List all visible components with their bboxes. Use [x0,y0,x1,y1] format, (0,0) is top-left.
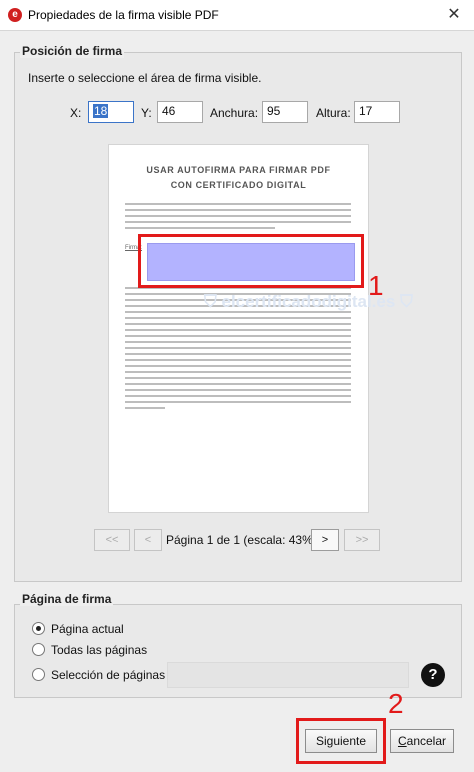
next-button[interactable]: Siguiente [305,729,377,753]
doc-text-line [125,383,351,385]
close-icon[interactable]: ✕ [444,5,464,25]
y-value: 46 [162,104,176,118]
height-input[interactable]: 17 [354,101,400,123]
prev-page-button[interactable]: < [134,529,162,551]
page-indicator: Página 1 de 1 (escala: 43%) [166,533,317,547]
page-selection-input[interactable] [167,662,409,688]
doc-text-line [125,407,165,409]
radio-current-page[interactable] [32,622,45,635]
doc-title-line1: USAR AUTOFIRMA PARA FIRMAR PDF [146,165,331,175]
next-page-button[interactable]: > [311,529,339,551]
doc-text-line [125,401,351,403]
doc-text-line [125,395,351,397]
doc-text-line [125,347,351,349]
cancel-mnemonic: C [397,734,407,748]
annotation-frame-1 [138,234,364,288]
doc-text-line [125,371,351,373]
y-input[interactable]: 46 [157,101,203,123]
document-preview[interactable]: USAR AUTOFIRMA PARA FIRMAR PDF CON CERTI… [108,144,369,513]
doc-text-line [125,389,351,391]
instruction-text: Inserte o seleccione el área de firma vi… [28,71,262,85]
first-page-button[interactable]: << [94,529,130,551]
width-input[interactable]: 95 [262,101,308,123]
page-group-title: Página de firma [20,592,114,606]
title-bar: e Propiedades de la firma visible PDF ✕ [0,0,474,31]
doc-text-line [125,227,275,229]
x-label: X: [70,106,82,120]
annotation-number-2: 2 [388,688,404,719]
doc-text-line [125,335,351,337]
width-label: Anchura: [210,106,259,120]
doc-text-line [125,329,351,331]
doc-text-line [125,209,351,211]
radio-page-selection-label: Selección de páginas [51,668,166,682]
doc-title-line2: CON CERTIFICADO DIGITAL [170,180,307,190]
doc-text-line [125,353,351,355]
height-value: 17 [359,104,373,118]
radio-all-pages-label: Todas las páginas [51,643,148,657]
x-value: 18 [93,104,109,118]
doc-text-line [125,377,351,379]
width-value: 95 [267,104,281,118]
radio-current-page-label: Página actual [51,622,124,636]
doc-text-line [125,221,351,223]
doc-text-line [125,215,351,217]
last-page-button[interactable]: >> [344,529,380,551]
cancel-button[interactable]: Cancelar [390,729,454,753]
y-label: Y: [141,106,152,120]
annotation-number-1: 1 [368,270,384,301]
shield-icon: ⛉ [204,292,217,311]
doc-text-line [125,317,351,319]
radio-page-selection[interactable] [32,668,45,681]
help-icon[interactable]: ? [421,663,445,687]
height-label: Altura: [316,106,351,120]
autofirma-app-icon: e [8,8,22,22]
x-input[interactable]: 18 [88,101,134,123]
doc-text-line [125,341,351,343]
cancel-label: ancelar [406,734,447,748]
doc-text-line [125,359,351,361]
doc-text-line [125,365,351,367]
window-title: Propiedades de la firma visible PDF [28,8,219,22]
doc-text-line [125,203,351,205]
position-group-title: Posición de firma [20,44,125,58]
doc-text-line [125,323,351,325]
shield-icon: ⛉ [400,292,413,311]
radio-all-pages[interactable] [32,643,45,656]
